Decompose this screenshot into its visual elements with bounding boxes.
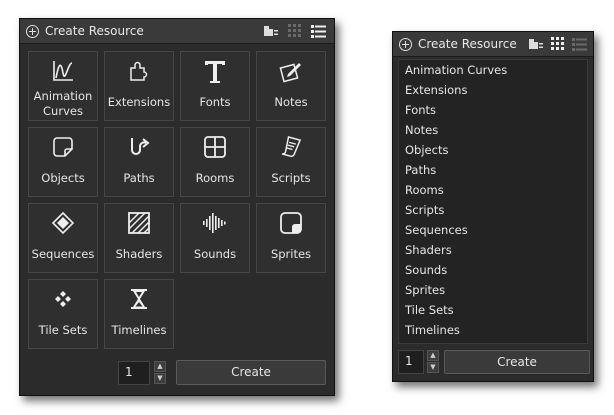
tile-label: Animation Curves — [33, 89, 93, 118]
sprite-square-icon — [280, 212, 302, 234]
add-circle-icon — [26, 24, 39, 38]
path-arrow-icon — [131, 138, 150, 155]
increment-button[interactable]: ▲ — [154, 361, 166, 372]
tile-paths[interactable]: Paths — [104, 127, 174, 197]
resource-list: Animation Curves Extensions Fonts Notes … — [398, 59, 588, 344]
script-scroll-icon — [281, 136, 302, 158]
room-grid-icon — [204, 136, 226, 158]
tile-label: Sounds — [193, 247, 237, 261]
list-item[interactable]: Animation Curves — [399, 60, 587, 80]
add-circle-icon — [399, 37, 412, 51]
tile-label: Sequences — [31, 247, 95, 261]
panel-titlebar: Create Resource — [20, 19, 334, 44]
list-item[interactable]: Sprites — [399, 280, 587, 300]
tile-shaders[interactable]: Shaders — [104, 203, 174, 273]
tile-label: Extensions — [107, 95, 171, 109]
tile-sequences[interactable]: Sequences — [28, 203, 98, 273]
shader-hatch-icon — [128, 212, 150, 234]
list-item[interactable]: Sounds — [399, 260, 587, 280]
tile-extensions[interactable]: Extensions — [104, 51, 174, 121]
panel-title: Create Resource — [418, 37, 517, 51]
list-item[interactable]: Scripts — [399, 200, 587, 220]
tile-label: Sprites — [270, 247, 312, 261]
tile-label: Rooms — [195, 171, 235, 185]
object-square-icon — [53, 137, 73, 157]
tile-sprites[interactable]: Sprites — [256, 203, 326, 273]
tile-timelines[interactable]: Timelines — [104, 279, 174, 349]
panel-title: Create Resource — [45, 24, 144, 38]
tile-fonts[interactable]: Fonts — [180, 51, 250, 121]
folder-view-icon[interactable] — [528, 38, 544, 50]
hourglass-icon — [131, 289, 147, 309]
create-button[interactable]: Create — [176, 360, 326, 385]
decrement-button[interactable]: ▼ — [154, 373, 166, 384]
list-item[interactable]: Notes — [399, 120, 587, 140]
grid-view-icon[interactable] — [551, 37, 565, 51]
list-view-icon[interactable] — [572, 37, 587, 51]
quantity-input[interactable]: 1 — [398, 350, 424, 374]
tile-sounds[interactable]: Sounds — [180, 203, 250, 273]
tile-label: Fonts — [199, 95, 231, 109]
tile-label: Tile Sets — [38, 323, 88, 337]
animation-curve-icon — [53, 61, 73, 81]
tile-label: Notes — [274, 95, 308, 109]
quantity-input[interactable]: 1 — [118, 361, 150, 385]
puzzle-icon — [130, 61, 148, 81]
list-item[interactable]: Extensions — [399, 80, 587, 100]
tile-label: Objects — [41, 171, 85, 185]
tile-tile-sets[interactable]: Tile Sets — [28, 279, 98, 349]
list-item[interactable]: Tile Sets — [399, 300, 587, 320]
list-item[interactable]: Shaders — [399, 240, 587, 260]
list-item[interactable]: Timelines — [399, 320, 587, 340]
tile-label: Paths — [123, 171, 155, 185]
tile-scripts[interactable]: Scripts — [256, 127, 326, 197]
create-resource-grid-panel: Create Resource Animation Curves Extensi… — [19, 18, 335, 396]
list-item[interactable]: Fonts — [399, 100, 587, 120]
tile-animation-curves[interactable]: Animation Curves — [28, 51, 98, 121]
list-view-icon[interactable] — [311, 24, 326, 38]
tile-label: Timelines — [111, 323, 167, 337]
tile-label: Scripts — [271, 171, 311, 185]
quantity-stepper: ▲ ▼ — [154, 361, 166, 384]
list-item[interactable]: Sequences — [399, 220, 587, 240]
list-item[interactable]: Objects — [399, 140, 587, 160]
tile-notes[interactable]: Notes — [256, 51, 326, 121]
list-item[interactable]: Paths — [399, 160, 587, 180]
grid-view-icon[interactable] — [288, 24, 302, 38]
quantity-stepper: ▲ ▼ — [427, 350, 439, 373]
decrement-button[interactable]: ▼ — [427, 362, 439, 373]
tile-label: Shaders — [115, 247, 163, 261]
tile-objects[interactable]: Objects — [28, 127, 98, 197]
create-button[interactable]: Create — [444, 350, 590, 374]
increment-button[interactable]: ▲ — [427, 350, 439, 361]
list-item[interactable]: Rooms — [399, 180, 587, 200]
note-pencil-icon — [279, 63, 301, 83]
tile-rooms[interactable]: Rooms — [180, 127, 250, 197]
tileset-diamonds-icon — [55, 291, 71, 307]
sequence-diamond-icon — [51, 211, 75, 235]
font-t-icon — [205, 61, 225, 83]
soundwave-icon — [203, 213, 226, 233]
create-resource-list-panel: Create Resource Animation Curves Extensi… — [392, 31, 594, 382]
panel-titlebar: Create Resource — [393, 32, 593, 57]
folder-view-icon[interactable] — [263, 25, 279, 37]
